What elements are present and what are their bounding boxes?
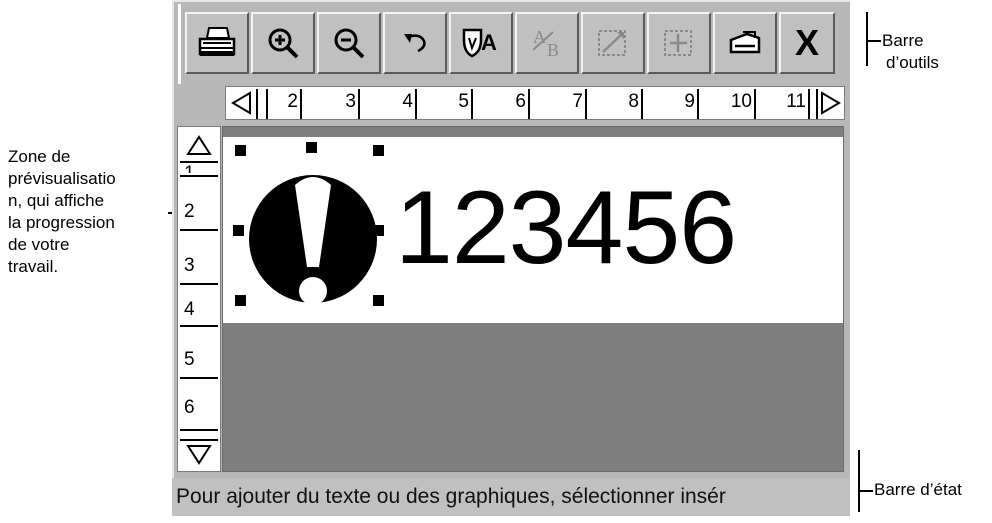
callout-toolbar-line: d’outils [886,53,939,72]
triangle-down-icon [186,445,212,465]
callout-statusbar: Barre d’état [874,480,962,499]
ruler-scroll-down-button[interactable] [184,439,214,471]
close-button[interactable]: X [779,12,835,74]
zoom-out-icon [334,28,365,59]
text-format-button[interactable]: A B [515,12,579,74]
callout-preview-line: la progression [8,213,115,232]
zoom-out-button[interactable] [317,12,381,74]
selection-handle[interactable] [235,145,246,156]
selection-handle[interactable] [235,295,246,306]
vertical-ruler: 1 2 3 4 5 6 [177,126,221,472]
triangle-left-icon [231,91,251,115]
ruler-scroll-up-button[interactable] [184,129,214,161]
callout-preview-line: n, qui affiche [8,191,105,210]
ruler-tick [180,175,218,177]
callout-preview-line: travail. [8,257,59,276]
undo-button[interactable] [383,12,447,74]
ruler-tick [180,229,218,231]
selection-handle[interactable] [373,225,384,236]
triangle-up-icon [186,135,212,155]
selection-handle[interactable] [306,142,317,153]
ruler-label: 6 [184,397,195,418]
label-text[interactable]: 123456 [395,173,737,283]
properties-button[interactable] [713,12,777,74]
ruler-tick [266,89,268,119]
zoom-in-button[interactable] [251,12,315,74]
selection-handle[interactable] [373,295,384,306]
callout-preview-line: prévisualisatio [8,169,116,188]
insert-text-graphics-button[interactable]: A [449,12,513,74]
ruler-tick [358,89,360,119]
toolbar: A A B X [185,12,835,74]
ruler-tick [528,89,530,119]
ruler-scroll-right-button[interactable] [816,87,846,119]
print-button[interactable] [185,12,249,74]
object-size-icon [598,30,626,56]
ruler-label: 5 [458,91,469,112]
ruler-tick [697,89,699,119]
label-canvas[interactable]: 123456 [223,137,843,323]
selection-handle[interactable] [373,145,384,156]
ruler-label: 7 [572,91,583,112]
callout-preview-line: de votre [8,235,70,254]
ruler-label: 3 [184,255,195,276]
ruler-label: 9 [684,91,695,112]
ruler-tick [641,89,643,119]
ruler-tick [180,429,218,431]
ruler-label: 1 [184,163,195,173]
callout-preview-zone: Zone de prévisualisatio n, qui affiche l… [8,146,168,278]
ruler-tick [180,283,218,285]
ruler-label: 8 [628,91,639,112]
ruler-scroll-left-button[interactable] [226,87,256,119]
undo-icon [404,34,426,53]
callout-statusbar-tick [859,490,873,492]
properties-icon [729,31,761,54]
close-icon: X [794,22,819,63]
ruler-label: 11 [786,91,806,112]
window-edge [178,4,181,84]
ruler-tick [808,89,810,119]
ruler-tick [585,89,587,119]
ruler-label: 5 [184,349,195,370]
ruler-label: 6 [515,91,526,112]
ruler-tick [471,89,473,119]
text-format-icon: A B [532,27,559,60]
callout-toolbar-tick [867,40,881,42]
ruler-label: 10 [730,91,752,112]
selection-handle[interactable] [233,225,244,236]
ruler-label: 4 [402,91,413,112]
ruler-tick [300,89,302,119]
object-size-button[interactable] [581,12,645,74]
ruler-tick [754,89,756,119]
horizontal-ruler: 2 3 4 5 6 7 8 9 10 11 12 [225,86,845,120]
object-position-button[interactable] [647,12,711,74]
ruler-label: 2 [184,201,195,222]
callout-statusbar-bracket [858,450,860,512]
exclamation-icon[interactable] [243,163,383,309]
object-position-icon [664,30,692,56]
insert-text-graphics-icon: A [462,28,497,58]
ruler-tick [256,89,258,119]
status-bar: Pour ajouter du texte ou des graphiques,… [172,478,850,516]
triangle-right-icon [821,91,841,115]
ruler-tick [180,377,218,379]
svg-text:B: B [547,40,559,60]
callout-preview-line: Zone de [8,147,71,166]
ruler-tick [180,325,218,327]
zoom-in-icon [268,28,299,59]
svg-text:A: A [481,30,497,55]
ruler-tick [415,89,417,119]
ruler-label: 4 [184,299,195,320]
print-icon [198,27,236,56]
ruler-label: 3 [345,91,356,112]
preview-zone[interactable]: 123456 [222,126,844,472]
callout-toolbar-line: Barre [882,31,924,50]
device-window: A A B X 2 3 4 5 6 7 8 9 10 11 2 3 4 5 6 … [172,0,850,516]
ruler-label: 2 [287,91,298,112]
callout-toolbar-bracket [866,12,868,66]
callout-toolbar: Barre d’outils [882,30,939,74]
